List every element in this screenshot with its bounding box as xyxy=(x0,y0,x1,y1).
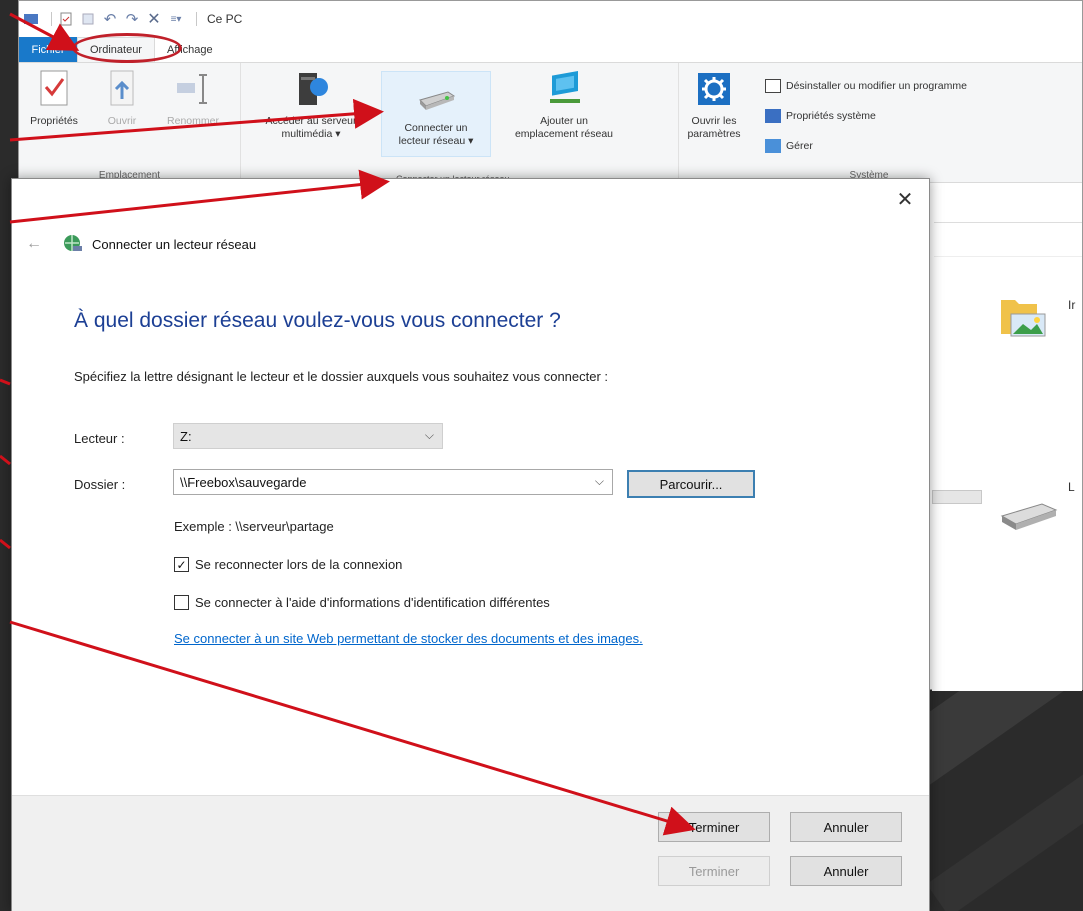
reconnect-checkbox-row[interactable]: ✓ Se reconnecter lors de la connexion xyxy=(174,557,402,572)
map-network-drive-dialog: ✕ ← Connecter un lecteur réseau À quel d… xyxy=(11,178,930,911)
media-server-button[interactable]: Accéder au serveur multimédia ▾ xyxy=(251,69,371,141)
uninstall-label: Désinstaller ou modifier un programme xyxy=(786,80,967,92)
column-header xyxy=(934,233,1082,257)
folder-input[interactable]: \\Freebox\sauvegarde ⌵ xyxy=(173,469,613,495)
open-settings-label-2: paramètres xyxy=(687,128,741,140)
right-item-label-1: Ir xyxy=(1068,298,1076,312)
other-credentials-checkbox-row[interactable]: Se connecter à l'aide d'informations d'i… xyxy=(174,595,550,610)
ribbon-body: Propriétés Ouvrir Renommer Emplacement A… xyxy=(19,63,1082,184)
delete-icon[interactable]: ✕ xyxy=(146,11,162,28)
system-properties-icon xyxy=(765,109,781,123)
properties-icon xyxy=(40,70,68,106)
drive-label: Lecteur : xyxy=(74,431,125,446)
arrow-stub xyxy=(0,454,11,466)
tab-affichage[interactable]: Affichage xyxy=(155,37,225,62)
open-icon xyxy=(110,70,134,106)
explorer-titlebar: ↶ ↷ ✕ ≡▾ Ce PC xyxy=(19,1,1082,37)
other-credentials-checkbox[interactable] xyxy=(174,595,189,610)
rename-icon xyxy=(177,74,207,104)
add-network-location-label-1: Ajouter un xyxy=(540,115,588,127)
tab-ordinateur[interactable]: Ordinateur xyxy=(72,33,182,63)
media-server-label-1: Accéder au serveur xyxy=(265,115,357,127)
drive-icon[interactable] xyxy=(998,496,1060,536)
dialog-caption: Connecter un lecteur réseau xyxy=(92,237,257,252)
properties-label: Propriétés xyxy=(30,115,78,127)
media-server-icon xyxy=(299,73,328,105)
browse-button[interactable]: Parcourir... xyxy=(627,470,755,498)
tab-fichier[interactable]: Fichier xyxy=(19,37,77,62)
uninstall-icon xyxy=(765,79,781,93)
right-item-label-2: L xyxy=(1068,480,1075,494)
tab-ordinateur-label: Ordinateur xyxy=(90,44,142,56)
properties-quick-icon[interactable] xyxy=(58,11,74,27)
map-network-drive-button[interactable]: Connecter un lecteur réseau ▾ xyxy=(381,71,491,157)
toolbar-separator xyxy=(51,12,52,26)
add-network-location-button[interactable]: Ajouter un emplacement réseau xyxy=(499,69,629,141)
arrow-stub xyxy=(0,538,11,550)
back-arrow-icon[interactable]: ← xyxy=(26,235,42,253)
pictures-folder-icon[interactable] xyxy=(997,290,1049,342)
group-system: Ouvrir les paramètres Désinstaller ou mo… xyxy=(679,63,1059,183)
open-button[interactable]: Ouvrir xyxy=(93,69,151,128)
dialog-heading: À quel dossier réseau voulez-vous vous c… xyxy=(74,309,561,332)
rename-label: Renommer xyxy=(167,115,219,127)
dialog-instruction: Spécifiez la lettre désignant le lecteur… xyxy=(74,369,609,384)
dialog-footer: Terminer Annuler Terminer Annuler xyxy=(12,795,929,911)
close-icon[interactable]: ✕ xyxy=(893,189,917,213)
cancel-button-behind[interactable]: Annuler xyxy=(790,856,902,886)
web-storage-link[interactable]: Se connecter à un site Web permettant de… xyxy=(174,631,643,646)
manage-command[interactable]: Gérer xyxy=(765,139,813,153)
manage-icon xyxy=(765,139,781,153)
new-folder-quick-icon[interactable] xyxy=(80,11,96,27)
open-label: Ouvrir xyxy=(107,115,137,127)
drive-value: Z: xyxy=(180,428,192,444)
explorer-app-icon xyxy=(23,11,39,27)
folder-label: Dossier : xyxy=(74,477,126,492)
properties-button[interactable]: Propriétés xyxy=(25,69,83,128)
ribbon-tabs: Fichier Ordinateur Affichage xyxy=(19,33,1082,63)
toolbar-separator xyxy=(196,12,197,26)
map-network-drive-label-2: lecteur réseau ▾ xyxy=(398,135,474,147)
open-settings-label-1: Ouvrir les xyxy=(691,115,737,127)
reconnect-label: Se reconnecter lors de la connexion xyxy=(195,557,403,572)
rename-button[interactable]: Renommer xyxy=(159,69,227,128)
media-server-label-2: multimédia ▾ xyxy=(281,128,341,140)
search-box[interactable] xyxy=(934,199,1082,223)
group-network: Accéder au serveur multimédia ▾ Connecte… xyxy=(241,63,679,184)
explorer-content-area xyxy=(932,197,1082,691)
chevron-down-icon: ⌵ xyxy=(594,474,604,488)
arrow-stub xyxy=(0,378,11,386)
network-globe-icon xyxy=(64,235,82,251)
group-location: Propriétés Ouvrir Renommer Emplacement xyxy=(19,63,241,183)
add-network-location-label-2: emplacement réseau xyxy=(514,128,614,140)
chevron-down-icon: ⌵ xyxy=(424,428,434,442)
example-text: Exemple : \\serveur\partage xyxy=(174,519,334,534)
redo-icon[interactable]: ↷ xyxy=(124,11,140,28)
manage-label: Gérer xyxy=(786,140,813,152)
settings-gear-icon xyxy=(698,73,730,105)
customize-toolbar-icon[interactable]: ≡▾ xyxy=(168,11,184,27)
map-network-drive-label-1: Connecter un xyxy=(404,122,468,134)
folder-value: \\Freebox\sauvegarde xyxy=(180,474,307,490)
system-properties-label: Propriétés système xyxy=(786,110,876,122)
finish-button[interactable]: Terminer xyxy=(658,812,770,842)
drive-select[interactable]: Z: ⌵ xyxy=(173,423,443,449)
undo-icon[interactable]: ↶ xyxy=(102,11,118,28)
uninstall-program-command[interactable]: Désinstaller ou modifier un programme xyxy=(765,79,967,93)
open-settings-button[interactable]: Ouvrir les paramètres xyxy=(679,69,749,141)
reconnect-checkbox[interactable]: ✓ xyxy=(174,557,189,572)
finish-button-behind: Terminer xyxy=(658,856,770,886)
cancel-button[interactable]: Annuler xyxy=(790,812,902,842)
progress-bar xyxy=(932,490,982,504)
other-credentials-label: Se connecter à l'aide d'informations d'i… xyxy=(195,595,550,610)
network-drive-icon xyxy=(419,91,456,110)
network-location-icon xyxy=(550,71,580,103)
system-properties-command[interactable]: Propriétés système xyxy=(765,109,876,123)
window-title: Ce PC xyxy=(207,12,243,26)
